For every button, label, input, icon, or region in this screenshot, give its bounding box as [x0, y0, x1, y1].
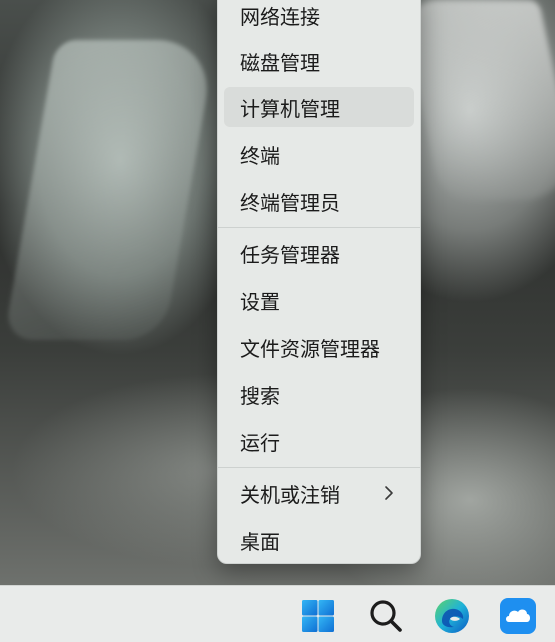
menu-divider: [218, 227, 420, 228]
menu-item-label: 终端管理员: [240, 190, 340, 215]
cloud-app-icon: [500, 598, 536, 634]
menu-item-computer-management[interactable]: 计算机管理: [224, 87, 414, 127]
menu-item-shutdown-signout[interactable]: 关机或注销: [224, 473, 414, 513]
cloud-app-button[interactable]: [498, 596, 538, 636]
menu-item-label: 运行: [240, 430, 280, 455]
menu-item-label: 任务管理器: [240, 242, 340, 267]
menu-item-network-connections[interactable]: 网络连接: [224, 0, 414, 35]
menu-item-label: 关机或注销: [240, 482, 340, 507]
menu-item-label: 文件资源管理器: [240, 336, 380, 361]
menu-divider: [218, 467, 420, 468]
menu-item-label: 磁盘管理: [240, 50, 320, 75]
menu-item-terminal-admin[interactable]: 终端管理员: [224, 181, 414, 221]
edge-browser-button[interactable]: [432, 596, 472, 636]
menu-item-terminal[interactable]: 终端: [224, 134, 414, 174]
menu-item-disk-management[interactable]: 磁盘管理: [224, 41, 414, 81]
menu-item-settings[interactable]: 设置: [224, 280, 414, 320]
menu-item-desktop[interactable]: 桌面: [224, 520, 414, 560]
menu-item-task-manager[interactable]: 任务管理器: [224, 233, 414, 273]
menu-item-file-explorer[interactable]: 文件资源管理器: [224, 327, 414, 367]
taskbar-search-button[interactable]: [366, 596, 406, 636]
menu-item-label: 桌面: [240, 529, 280, 554]
menu-item-label: 设置: [240, 289, 280, 314]
start-context-menu: 网络连接 磁盘管理 计算机管理 终端 终端管理员 任务管理器 设置 文件资源管理…: [217, 0, 421, 564]
menu-item-run[interactable]: 运行: [224, 421, 414, 461]
edge-browser-icon: [435, 599, 469, 633]
menu-item-label: 网络连接: [240, 4, 320, 29]
windows-start-icon: [302, 600, 334, 632]
menu-item-search[interactable]: 搜索: [224, 374, 414, 414]
taskbar: [0, 585, 555, 642]
search-icon: [370, 600, 402, 632]
menu-item-label: 搜索: [240, 383, 280, 408]
chevron-right-icon: [385, 486, 393, 500]
start-button[interactable]: [298, 596, 338, 636]
menu-item-label: 计算机管理: [240, 96, 340, 121]
menu-item-label: 终端: [240, 143, 280, 168]
